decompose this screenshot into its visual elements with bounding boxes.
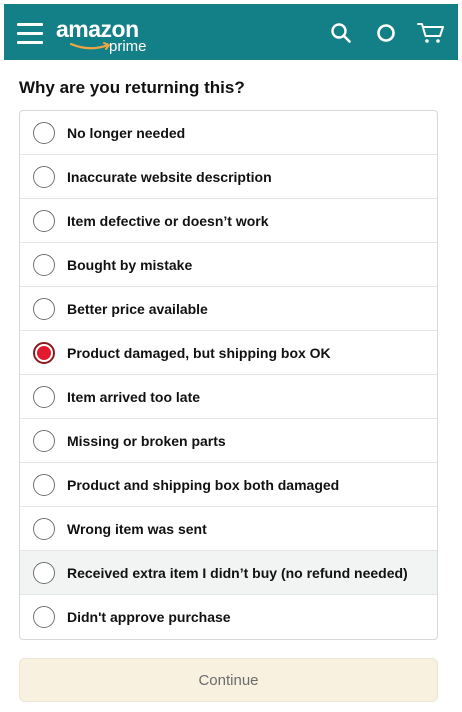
- alexa-circle-icon[interactable]: [375, 22, 397, 44]
- reason-option-inaccurate-description[interactable]: Inaccurate website description: [20, 155, 437, 199]
- radio-button[interactable]: [33, 561, 55, 584]
- return-reason-list: No longer needed Inaccurate website desc…: [19, 110, 438, 640]
- radio-button[interactable]: [33, 385, 55, 408]
- reason-option-extra-item[interactable]: Received extra item I didn’t buy (no ref…: [20, 551, 437, 595]
- reason-option-arrived-too-late[interactable]: Item arrived too late: [20, 375, 437, 419]
- reason-option-item-defective[interactable]: Item defective or doesn’t work: [20, 199, 437, 243]
- amazon-prime-logo[interactable]: amazon prime: [56, 16, 166, 56]
- cart-icon[interactable]: [416, 21, 446, 45]
- radio-button[interactable]: [33, 209, 55, 232]
- reason-label: Didn't approve purchase: [67, 609, 231, 625]
- top-nav-bar: amazon prime: [4, 4, 458, 60]
- radio-button[interactable]: [33, 517, 55, 540]
- reason-label: Product damaged, but shipping box OK: [67, 344, 331, 361]
- continue-button[interactable]: Continue: [19, 658, 438, 702]
- menu-icon[interactable]: [17, 22, 43, 44]
- reason-option-product-damaged-box-ok[interactable]: Product damaged, but shipping box OK: [20, 331, 437, 375]
- reason-option-no-longer-needed[interactable]: No longer needed: [20, 111, 437, 155]
- radio-button-selected[interactable]: [33, 341, 55, 364]
- reason-option-missing-parts[interactable]: Missing or broken parts: [20, 419, 437, 463]
- radio-button[interactable]: [33, 429, 55, 452]
- reason-option-better-price[interactable]: Better price available: [20, 287, 437, 331]
- reason-option-didnt-approve[interactable]: Didn't approve purchase: [20, 595, 437, 639]
- reason-label: Item defective or doesn’t work: [67, 212, 269, 229]
- reason-label: Inaccurate website description: [67, 168, 272, 185]
- logo-prime-text: prime: [109, 38, 147, 55]
- reason-option-wrong-item[interactable]: Wrong item was sent: [20, 507, 437, 551]
- radio-button[interactable]: [33, 253, 55, 276]
- logo-smile-icon: [70, 42, 110, 50]
- reason-label: Better price available: [67, 300, 208, 317]
- reason-label: Product and shipping box both damaged: [67, 476, 340, 493]
- reason-label: No longer needed: [67, 124, 186, 141]
- page-question-heading: Why are you returning this?: [19, 78, 245, 97]
- search-icon[interactable]: [330, 22, 352, 44]
- reason-option-bought-by-mistake[interactable]: Bought by mistake: [20, 243, 437, 287]
- reason-option-both-damaged[interactable]: Product and shipping box both damaged: [20, 463, 437, 507]
- radio-button[interactable]: [33, 121, 55, 144]
- reason-label: Missing or broken parts: [67, 432, 226, 449]
- reason-label: Wrong item was sent: [67, 520, 207, 537]
- reason-label: Received extra item I didn’t buy (no ref…: [67, 564, 408, 581]
- radio-button[interactable]: [33, 165, 55, 188]
- radio-button[interactable]: [33, 297, 55, 320]
- radio-button[interactable]: [33, 473, 55, 496]
- reason-label: Bought by mistake: [67, 256, 193, 273]
- reason-label: Item arrived too late: [67, 388, 201, 405]
- radio-button[interactable]: [33, 606, 55, 628]
